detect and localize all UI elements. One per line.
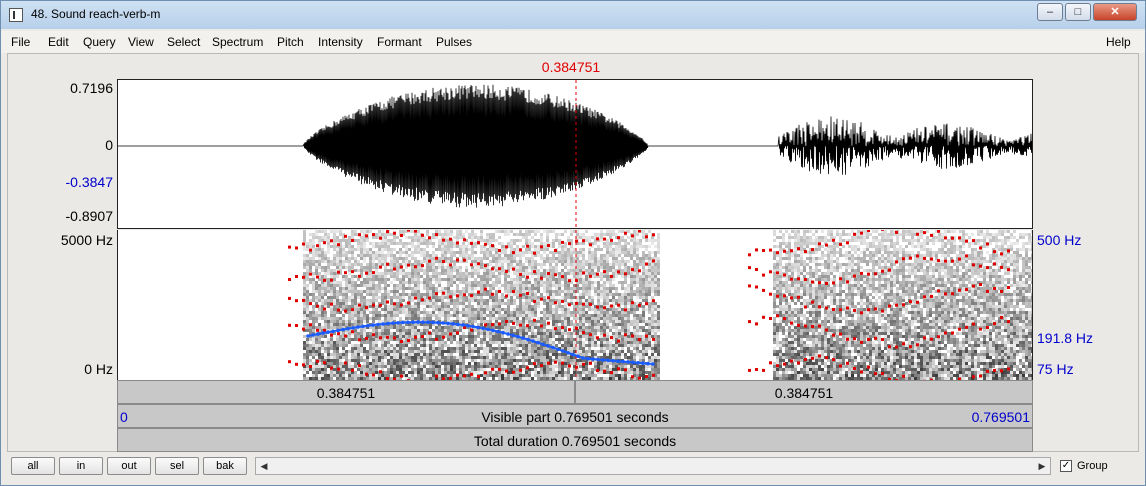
pitch-cursor-label: 191.8 Hz [1037,330,1094,346]
maximize-button[interactable]: □ [1065,3,1091,21]
waveform-min-label: -0.8907 [65,208,113,224]
pitch-floor-label: 75 Hz [1037,361,1074,377]
waveform-pane[interactable] [117,79,1033,229]
visible-end-label: 0.769501 [971,409,1030,425]
spectrogram-pane[interactable] [117,230,1033,380]
spectrogram-plot [288,230,1032,380]
menu-spectrum[interactable]: Spectrum [212,35,263,49]
menu-bar: File Edit Query View Select Spectrum Pit… [1,31,1145,53]
menu-pitch[interactable]: Pitch [277,35,304,49]
visible-part-bar[interactable]: 0 Visible part 0.769501 seconds 0.769501 [117,404,1033,428]
menu-view[interactable]: View [128,35,154,49]
spectrogram-min-freq-label: 0 Hz [84,361,113,377]
minimize-button[interactable]: – [1037,3,1063,21]
title-bar: 48. Sound reach-verb-m – □ ✕ [1,1,1145,29]
zoom-back-button[interactable]: bak [203,457,247,475]
menu-query[interactable]: Query [83,35,116,49]
zoom-selection-button[interactable]: sel [155,457,199,475]
menu-formant[interactable]: Formant [377,35,422,49]
pitch-ceiling-label: 500 Hz [1037,232,1082,248]
spectrogram-shading [303,230,1032,380]
zoom-in-button[interactable]: in [59,457,103,475]
waveform-zero-label: 0 [105,137,113,153]
total-duration-label: Total duration 0.769501 seconds [473,433,677,449]
praat-app-icon [9,8,23,22]
visible-part-label: Visible part 0.769501 seconds [481,409,669,425]
waveform-max-label: 0.7196 [70,80,113,96]
total-duration-bar[interactable]: Total duration 0.769501 seconds [117,428,1033,452]
group-checkbox[interactable]: ✓ [1060,460,1072,472]
close-button[interactable]: ✕ [1093,3,1137,21]
menu-select[interactable]: Select [167,35,200,49]
menu-edit[interactable]: Edit [48,35,69,49]
sound-editor-window: 48. Sound reach-verb-m – □ ✕ File Edit Q… [0,0,1146,486]
zoom-out-button[interactable]: out [107,457,151,475]
menu-intensity[interactable]: Intensity [318,35,363,49]
menu-pulses[interactable]: Pulses [436,35,472,49]
scroll-left-arrow-icon[interactable]: ◀ [257,459,271,473]
scroll-right-arrow-icon[interactable]: ▶ [1035,459,1049,473]
group-label: Group [1077,460,1108,472]
waveform-plot [118,80,1032,228]
zoom-all-button[interactable]: all [11,457,55,475]
time-segment-right-label: 0.384751 [774,385,834,401]
menu-help[interactable]: Help [1106,35,1131,49]
time-scrollbar[interactable]: ◀ ▶ [255,457,1051,475]
time-segment-right[interactable]: 0.384751 [575,380,1033,404]
menu-file[interactable]: File [11,35,30,49]
time-segment-left-label: 0.384751 [316,385,376,401]
spectrogram-max-freq-label: 5000 Hz [60,232,113,248]
time-segment-left[interactable]: 0.384751 [117,380,575,404]
window-title: 48. Sound reach-verb-m [31,7,161,21]
cursor-time-label: 0.384751 [541,59,601,75]
waveform-cursor-value-label: -0.3847 [65,174,113,190]
